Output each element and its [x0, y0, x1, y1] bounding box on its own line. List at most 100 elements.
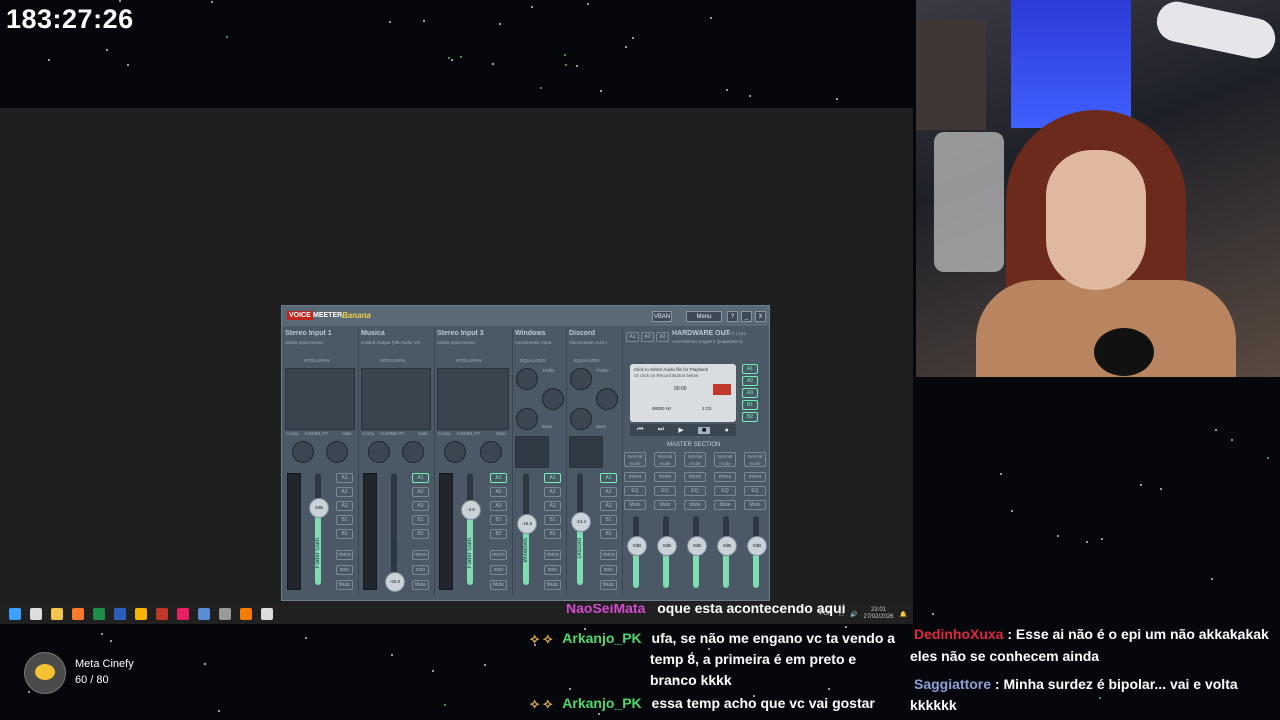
- mute-button[interactable]: Mute: [744, 500, 766, 510]
- mute-button[interactable]: Mute: [336, 580, 353, 590]
- intellipan-panel[interactable]: [285, 368, 355, 430]
- bass-knob[interactable]: [570, 408, 592, 430]
- bus-a3-button[interactable]: A3: [336, 501, 353, 511]
- cassette-bus-a1-button[interactable]: A1: [742, 364, 758, 374]
- bus-a3-button[interactable]: A3: [600, 501, 617, 511]
- windows-icon[interactable]: [9, 608, 21, 620]
- mode-button[interactable]: Normal mode: [684, 452, 706, 467]
- media-icon[interactable]: [177, 608, 189, 620]
- eq-button[interactable]: EQ: [714, 486, 736, 496]
- mute-button[interactable]: Mute: [544, 580, 561, 590]
- solo-button[interactable]: solo: [490, 565, 507, 575]
- cassette-bus-a3-button[interactable]: A3: [742, 388, 758, 398]
- strip-device[interactable]: Voicemeeter AUX I: [569, 340, 607, 345]
- bus-b2-button[interactable]: B2: [544, 529, 561, 539]
- voicemeeter-titlebar[interactable]: VOICE MEETER Banana VBAN Menu ? _ X: [282, 306, 769, 326]
- eq-button[interactable]: EQ: [744, 486, 766, 496]
- solo-button[interactable]: solo: [412, 565, 429, 575]
- mute-button[interactable]: Mute: [490, 580, 507, 590]
- bus-a1-button[interactable]: A1: [336, 473, 353, 483]
- mono-button[interactable]: mono: [684, 472, 706, 482]
- close-button[interactable]: X: [755, 311, 766, 322]
- comp-knob[interactable]: [444, 441, 466, 463]
- mute-button[interactable]: Mute: [654, 500, 676, 510]
- vpn-icon[interactable]: [198, 608, 210, 620]
- mode-button[interactable]: Normal mode: [714, 452, 736, 467]
- pan-pad[interactable]: [569, 436, 603, 468]
- comp-knob[interactable]: [368, 441, 390, 463]
- treble-knob[interactable]: [516, 368, 538, 390]
- master-fader-knob[interactable]: 0dB: [687, 535, 707, 556]
- bus-a1-button[interactable]: A1: [490, 473, 507, 483]
- fader-track[interactable]: [391, 473, 397, 585]
- bus-a1-button[interactable]: A1: [412, 473, 429, 483]
- bus-a3-button[interactable]: A3: [490, 501, 507, 511]
- bus-a2-button[interactable]: A2: [490, 487, 507, 497]
- mid-knob[interactable]: [596, 388, 618, 410]
- cassette-bus-b2-button[interactable]: B2: [742, 412, 758, 422]
- strip-device[interactable]: CABLE Output (VB-Audio Virt: [361, 340, 420, 345]
- mode-button[interactable]: Normal mode: [624, 452, 646, 467]
- strip-name[interactable]: Stereo Input 3: [437, 330, 484, 337]
- bus-b2-button[interactable]: B2: [600, 529, 617, 539]
- hardware-out-a1-button[interactable]: A1: [626, 332, 639, 342]
- bus-a2-button[interactable]: A2: [336, 487, 353, 497]
- fader-gain-knob[interactable]: -60.0: [385, 571, 405, 592]
- bus-b1-button[interactable]: B1: [412, 515, 429, 525]
- app2-icon[interactable]: [219, 608, 231, 620]
- solo-button[interactable]: solo: [544, 565, 561, 575]
- strip-name[interactable]: Musica: [361, 330, 385, 337]
- bus-a2-button[interactable]: A2: [412, 487, 429, 497]
- master-fader-knob[interactable]: 0dB: [717, 535, 737, 556]
- bus-b2-button[interactable]: B2: [336, 529, 353, 539]
- file-explorer-icon[interactable]: [51, 608, 63, 620]
- strip-name[interactable]: Discord: [569, 330, 595, 337]
- cassette-bus-a2-button[interactable]: A2: [742, 376, 758, 386]
- mid-knob[interactable]: [542, 388, 564, 410]
- bus-a1-button[interactable]: A1: [544, 473, 561, 483]
- bus-b1-button[interactable]: B1: [336, 515, 353, 525]
- strip-name[interactable]: Stereo Input 1: [285, 330, 332, 337]
- bus-b1-button[interactable]: B1: [490, 515, 507, 525]
- hardware-out-a3-button[interactable]: A3: [656, 332, 669, 342]
- bass-knob[interactable]: [516, 408, 538, 430]
- mode-button[interactable]: Normal mode: [654, 452, 676, 467]
- menu-button[interactable]: Menu: [686, 311, 722, 322]
- app-icon[interactable]: [156, 608, 168, 620]
- mode-button[interactable]: Normal mode: [744, 452, 766, 467]
- bus-b2-button[interactable]: B2: [490, 529, 507, 539]
- chrome-icon[interactable]: [135, 608, 147, 620]
- search-icon[interactable]: [30, 608, 42, 620]
- gate-knob[interactable]: [326, 441, 348, 463]
- mono-button[interactable]: mono: [490, 550, 507, 560]
- mono-button[interactable]: mono: [714, 472, 736, 482]
- mono-button[interactable]: mono: [744, 472, 766, 482]
- eq-button[interactable]: EQ: [654, 486, 676, 496]
- treble-knob[interactable]: [570, 368, 592, 390]
- mono-button[interactable]: mono: [544, 550, 561, 560]
- intellipan-panel[interactable]: [361, 368, 431, 430]
- eq-button[interactable]: EQ: [624, 486, 646, 496]
- excel-icon[interactable]: [93, 608, 105, 620]
- strip-name[interactable]: Windows: [515, 330, 546, 337]
- pan-pad[interactable]: [515, 436, 549, 468]
- bus-a2-button[interactable]: A2: [544, 487, 561, 497]
- solo-button[interactable]: solo: [336, 565, 353, 575]
- fader-gain-knob[interactable]: -3.6: [461, 499, 481, 520]
- mute-button[interactable]: Mute: [624, 500, 646, 510]
- minimize-button[interactable]: _: [741, 311, 752, 322]
- master-fader-knob[interactable]: 0dB: [747, 535, 767, 556]
- bus-a1-button[interactable]: A1: [600, 473, 617, 483]
- strip-device[interactable]: Select Input Device: [285, 340, 324, 345]
- mono-button[interactable]: mono: [336, 550, 353, 560]
- fader-gain-knob[interactable]: -15.6: [517, 514, 537, 535]
- help-button[interactable]: ?: [727, 311, 738, 322]
- gate-knob[interactable]: [402, 441, 424, 463]
- eq-button[interactable]: EQ: [684, 486, 706, 496]
- bus-b1-button[interactable]: B1: [600, 515, 617, 525]
- cassette-player[interactable]: Click to Select Audio file for Playback …: [630, 364, 736, 422]
- voicemeeter-window[interactable]: VOICE MEETER Banana VBAN Menu ? _ X Ster…: [281, 305, 770, 601]
- fast-forward-icon[interactable]: ⏭: [658, 426, 664, 434]
- master-fader-knob[interactable]: 0dB: [657, 535, 677, 556]
- fader-gain-knob[interactable]: 0dB: [309, 497, 329, 518]
